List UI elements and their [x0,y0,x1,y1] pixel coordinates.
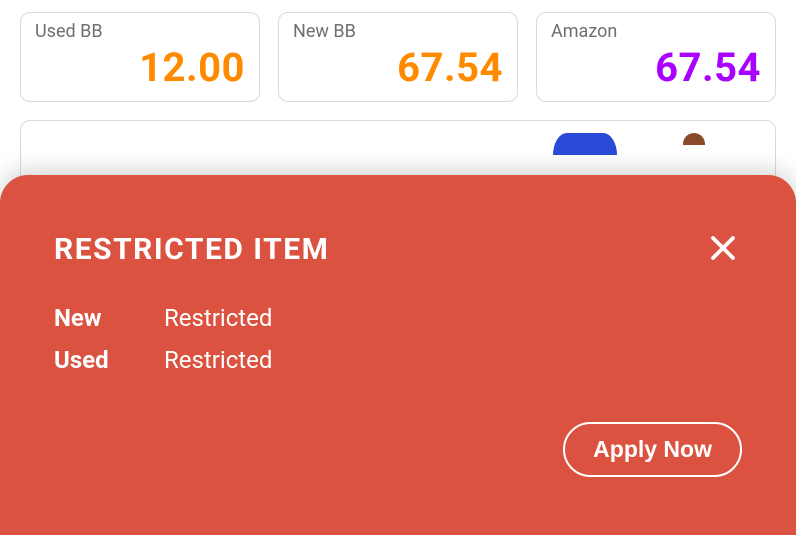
price-card-amazon: Amazon 67.54 [536,12,776,102]
price-card-label: Used BB [35,21,245,42]
restricted-item-modal: RESTRICTED ITEM New Restricted Used Rest… [0,175,796,535]
close-button[interactable] [704,229,742,270]
status-value-new: Restricted [164,304,742,332]
status-key-new: New [54,304,144,332]
modal-header: RESTRICTED ITEM [54,229,742,270]
price-card-value: 67.54 [551,44,761,91]
price-card-label: New BB [293,21,503,42]
price-card-used-bb: Used BB 12.00 [20,12,260,102]
detail-card-graphics [553,133,705,155]
close-icon [708,233,738,266]
modal-title: RESTRICTED ITEM [54,232,329,267]
price-card-value: 12.00 [35,44,245,91]
apply-now-button[interactable]: Apply Now [563,422,742,477]
price-card-label: Amazon [551,21,761,42]
price-cards-row: Used BB 12.00 New BB 67.54 Amazon 67.54 [20,12,776,102]
modal-actions: Apply Now [54,422,742,477]
product-thumbnail-partial [683,133,705,145]
price-card-new-bb: New BB 67.54 [278,12,518,102]
status-key-used: Used [54,346,144,374]
restriction-status-table: New Restricted Used Restricted [54,304,742,374]
product-thumbnail-partial [553,133,617,155]
price-card-value: 67.54 [293,44,503,91]
status-value-used: Restricted [164,346,742,374]
